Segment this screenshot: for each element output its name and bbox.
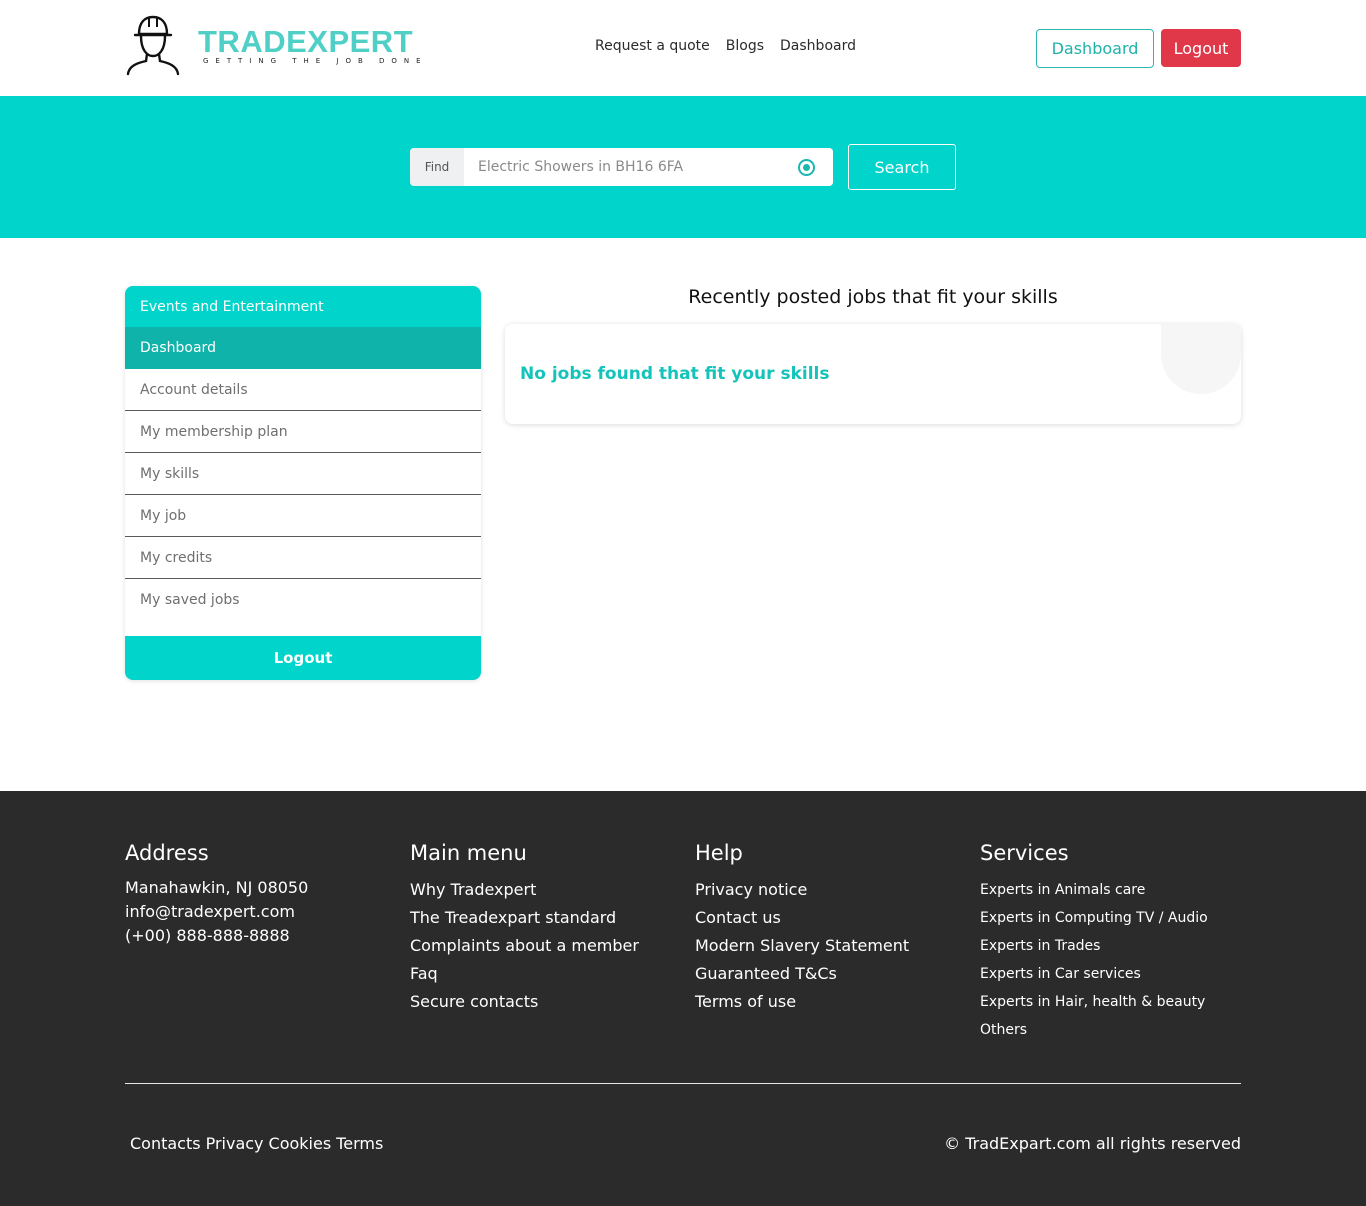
footer-link-secure-contacts[interactable]: Secure contacts bbox=[410, 988, 639, 1016]
footer-link-faq[interactable]: Faq bbox=[410, 960, 639, 988]
jobs-card: No jobs found that fit your skills bbox=[505, 324, 1241, 424]
footer-bottom-links: Contacts Privacy Cookies Terms bbox=[130, 1134, 383, 1153]
search-banner: Find Search bbox=[0, 96, 1366, 238]
logout-button[interactable]: Logout bbox=[1161, 29, 1241, 67]
search-button[interactable]: Search bbox=[848, 144, 956, 190]
footer-link-standard[interactable]: The Treadexpart standard bbox=[410, 904, 639, 932]
footer-link-car-services[interactable]: Experts in Car services bbox=[980, 960, 1208, 988]
footer-link-guaranteed-tcs[interactable]: Guaranteed T&Cs bbox=[695, 960, 909, 988]
main-nav: Request a quote Blogs Dashboard bbox=[595, 38, 856, 54]
nav-dashboard[interactable]: Dashboard bbox=[780, 38, 856, 54]
sidebar-item-dashboard[interactable]: Dashboard bbox=[125, 327, 481, 369]
locate-icon[interactable] bbox=[798, 159, 815, 176]
footer-link-contact-us[interactable]: Contact us bbox=[695, 904, 909, 932]
sidebar-category: Events and Entertainment bbox=[125, 286, 481, 327]
page-title: Recently posted jobs that fit your skill… bbox=[688, 286, 1058, 308]
phone-link[interactable]: (+00) 888-888-8888 bbox=[125, 924, 308, 948]
sidebar-item-account-details[interactable]: Account details bbox=[125, 369, 481, 411]
sidebar-item-my-skills[interactable]: My skills bbox=[125, 453, 481, 495]
footer-link-privacy-notice[interactable]: Privacy notice bbox=[695, 876, 909, 904]
sidebar-logout-button[interactable]: Logout bbox=[125, 636, 481, 680]
empty-jobs-message: No jobs found that fit your skills bbox=[520, 364, 830, 384]
site-header: TRADEXPERT GETTING THE JOB DONE Request … bbox=[0, 0, 1366, 96]
footer-address: Address Manahawkin, NJ 08050 info@tradex… bbox=[125, 841, 308, 948]
footer-bottom-cookies[interactable]: Cookies bbox=[269, 1134, 332, 1153]
footer-link-hair-health-beauty[interactable]: Experts in Hair, health & beauty bbox=[980, 988, 1208, 1016]
footer-bottom-privacy[interactable]: Privacy bbox=[206, 1134, 264, 1153]
address-line: Manahawkin, NJ 08050 bbox=[125, 878, 309, 897]
footer-link-computing-tv-audio[interactable]: Experts in Computing TV / Audio bbox=[980, 904, 1208, 932]
card-decoration bbox=[1161, 324, 1241, 394]
footer-link-why-tradexpert[interactable]: Why Tradexpert bbox=[410, 876, 639, 904]
nav-request-quote[interactable]: Request a quote bbox=[595, 38, 710, 54]
footer-divider bbox=[125, 1083, 1241, 1084]
footer-link-terms-of-use[interactable]: Terms of use bbox=[695, 988, 909, 1016]
copyright-text: © TradExpart.com all rights reserved bbox=[944, 1134, 1241, 1153]
footer-link-trades[interactable]: Experts in Trades bbox=[980, 932, 1208, 960]
footer-link-complaints[interactable]: Complaints about a member bbox=[410, 932, 639, 960]
footer-help: Help Privacy notice Contact us Modern Sl… bbox=[695, 841, 909, 1016]
footer-services: Services Experts in Animals care Experts… bbox=[980, 841, 1208, 1044]
logo-tagline: GETTING THE JOB DONE bbox=[203, 57, 428, 65]
footer-heading-services: Services bbox=[980, 841, 1069, 865]
footer-link-animals-care[interactable]: Experts in Animals care bbox=[980, 876, 1208, 904]
nav-blogs[interactable]: Blogs bbox=[726, 38, 764, 54]
footer-link-slavery-statement[interactable]: Modern Slavery Statement bbox=[695, 932, 909, 960]
logo-wordmark: TRADEXPERT bbox=[198, 24, 414, 59]
sidebar-item-saved-jobs[interactable]: My saved jobs bbox=[125, 579, 481, 621]
footer-main-menu: Main menu Why Tradexpert The Treadexpart… bbox=[410, 841, 639, 1016]
footer-bottom-contacts[interactable]: Contacts bbox=[130, 1134, 201, 1153]
site-footer: Address Manahawkin, NJ 08050 info@tradex… bbox=[0, 791, 1366, 1206]
search-form: Find bbox=[410, 148, 833, 186]
email-link[interactable]: info@tradexpert.com bbox=[125, 900, 308, 924]
dashboard-button[interactable]: Dashboard bbox=[1036, 29, 1154, 68]
account-sidebar: Events and Entertainment Dashboard Accou… bbox=[125, 286, 481, 680]
sidebar-item-membership-plan[interactable]: My membership plan bbox=[125, 411, 481, 453]
search-input[interactable] bbox=[464, 148, 833, 186]
footer-bottom-terms[interactable]: Terms bbox=[336, 1134, 383, 1153]
sidebar-item-my-credits[interactable]: My credits bbox=[125, 537, 481, 579]
find-label: Find bbox=[410, 148, 464, 186]
sidebar-item-my-job[interactable]: My job bbox=[125, 495, 481, 537]
footer-heading-help: Help bbox=[695, 841, 743, 865]
worker-helmet-icon bbox=[126, 15, 180, 76]
footer-link-others[interactable]: Others bbox=[980, 1016, 1208, 1044]
footer-heading-main-menu: Main menu bbox=[410, 841, 527, 865]
footer-heading-address: Address bbox=[125, 841, 209, 865]
site-logo[interactable]: TRADEXPERT GETTING THE JOB DONE bbox=[125, 14, 421, 76]
